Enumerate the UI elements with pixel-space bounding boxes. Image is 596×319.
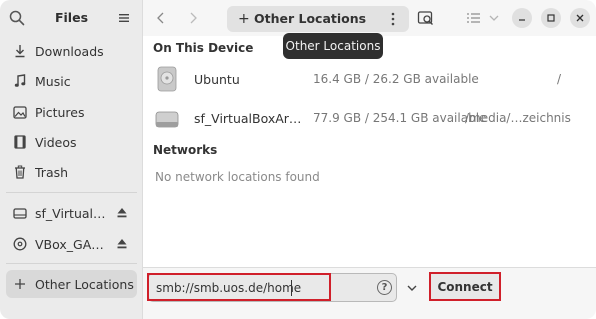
sidebar-item-other-locations[interactable]: Other Locations bbox=[6, 270, 137, 298]
sidebar-item-vbox-disc[interactable]: VBox_GAs_7.0.10 bbox=[6, 230, 137, 258]
eject-icon[interactable] bbox=[117, 207, 127, 219]
forward-button[interactable] bbox=[183, 8, 203, 28]
close-icon bbox=[576, 14, 584, 22]
maximize-icon bbox=[547, 14, 555, 22]
picture-icon bbox=[13, 104, 27, 120]
current-location-label: Other Locations bbox=[254, 11, 367, 26]
close-button[interactable] bbox=[570, 8, 590, 28]
trash-icon bbox=[13, 164, 27, 180]
section-title-networks: Networks bbox=[153, 143, 218, 157]
chevron-right-icon bbox=[190, 12, 197, 24]
device-row-shared-folder[interactable]: sf_VirtualBoxAr… 77.9 GB / 254.1 GB avai… bbox=[143, 99, 596, 139]
sidebar-item-label: Music bbox=[35, 73, 71, 89]
device-name: Ubuntu bbox=[194, 72, 240, 87]
sidebar-item-pictures[interactable]: Pictures bbox=[6, 98, 137, 126]
section-title-on-this-device: On This Device bbox=[153, 41, 254, 55]
chevron-down-icon[interactable] bbox=[485, 9, 503, 27]
header-bar: + Other Locations bbox=[143, 0, 596, 36]
files-window: Files Downloads Music Pictures Videos Tr… bbox=[0, 0, 596, 319]
device-space: 16.4 GB / 26.2 GB available bbox=[313, 72, 479, 86]
sidebar-item-label: Other Locations bbox=[35, 276, 134, 292]
search-folder-icon[interactable] bbox=[417, 9, 435, 27]
sidebar: Files Downloads Music Pictures Videos Tr… bbox=[0, 0, 143, 319]
recent-servers-dropdown[interactable] bbox=[400, 273, 424, 302]
device-space: 77.9 GB / 254.1 GB available bbox=[313, 111, 487, 125]
connect-bar: smb://smb.uos.de/home ? Connect bbox=[143, 267, 596, 319]
sidebar-header: Files bbox=[0, 0, 143, 36]
sidebar-item-label: Pictures bbox=[35, 104, 85, 120]
back-button[interactable] bbox=[151, 8, 171, 28]
drive-icon bbox=[13, 205, 27, 221]
device-name: sf_VirtualBoxAr… bbox=[194, 111, 302, 126]
sidebar-divider bbox=[6, 192, 137, 193]
sidebar-item-shared-folder[interactable]: sf_VirtualBoxArbeitsverzeichnis bbox=[6, 199, 137, 227]
plus-icon: + bbox=[238, 11, 250, 27]
maximize-button[interactable] bbox=[541, 8, 561, 28]
sidebar-item-label: sf_VirtualBoxArbeitsverzeichnis bbox=[35, 205, 107, 221]
device-mount-path: /media/…zeichnis bbox=[465, 111, 571, 125]
tooltip: Other Locations bbox=[283, 33, 383, 59]
sidebar-item-videos[interactable]: Videos bbox=[6, 128, 137, 156]
video-icon bbox=[13, 134, 27, 150]
connect-button[interactable]: Connect bbox=[429, 272, 501, 301]
eject-icon[interactable] bbox=[117, 238, 127, 250]
chevron-left-icon bbox=[157, 12, 164, 24]
path-bar[interactable]: + Other Locations bbox=[227, 6, 409, 32]
download-icon bbox=[13, 43, 27, 59]
hamburger-menu-icon[interactable] bbox=[117, 11, 131, 25]
sidebar-item-label: Trash bbox=[35, 164, 69, 180]
disc-icon bbox=[13, 236, 27, 252]
view-list-icon[interactable] bbox=[465, 9, 483, 27]
plus-icon bbox=[13, 276, 27, 292]
networks-empty-label: No network locations found bbox=[155, 170, 320, 184]
minimize-icon bbox=[519, 19, 525, 21]
sidebar-item-label: Downloads bbox=[35, 43, 104, 59]
sidebar-item-downloads[interactable]: Downloads bbox=[6, 37, 137, 65]
device-row-ubuntu[interactable]: Ubuntu 16.4 GB / 26.2 GB available / bbox=[143, 60, 596, 100]
more-vertical-icon[interactable] bbox=[391, 12, 395, 26]
sidebar-item-label: VBox_GAs_7.0.10 bbox=[35, 236, 107, 252]
help-icon[interactable]: ? bbox=[377, 280, 392, 295]
sidebar-item-label: Videos bbox=[35, 134, 77, 150]
music-note-icon bbox=[13, 73, 27, 89]
sidebar-item-trash[interactable]: Trash bbox=[6, 158, 137, 186]
hard-disk-icon bbox=[157, 66, 177, 92]
drive-icon bbox=[155, 111, 179, 128]
other-locations-view: On This Device Ubuntu 16.4 GB / 26.2 GB … bbox=[143, 36, 596, 267]
chevron-down-icon bbox=[407, 285, 417, 291]
highlight-frame bbox=[147, 273, 331, 301]
device-mount-path: / bbox=[557, 72, 562, 86]
sidebar-item-music[interactable]: Music bbox=[6, 67, 137, 95]
sidebar-divider bbox=[6, 263, 137, 264]
minimize-button[interactable] bbox=[512, 8, 532, 28]
